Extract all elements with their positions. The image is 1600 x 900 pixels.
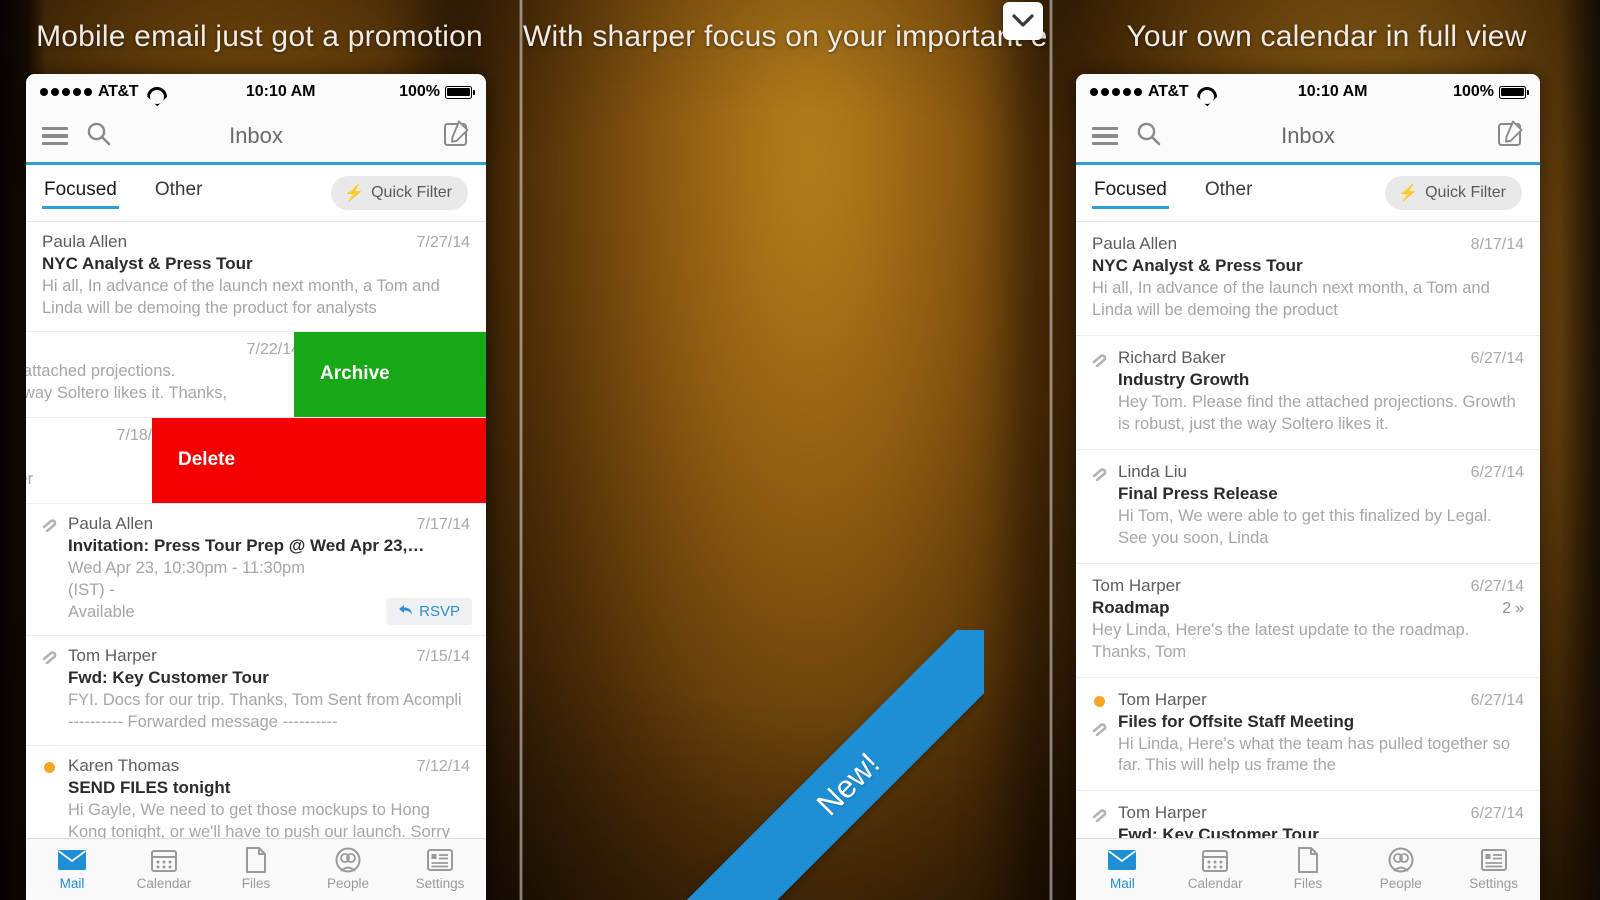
phone-screen-mail: AT&T 10:10 AM 100% Inbox Focused Other ⚡… (26, 74, 486, 900)
tab-files[interactable]: Files (210, 847, 302, 891)
mail-icon (57, 847, 87, 873)
email-preview: Hi Gayle, We need to get those mockups t… (68, 800, 450, 841)
panel-calendar: Your own calendar in full view AT&T 10:1… (1053, 0, 1600, 900)
unread-dot-icon (44, 761, 55, 773)
panel-divider-2 (1049, 0, 1053, 900)
status-bar-left: AT&T (40, 83, 162, 101)
archive-action-button[interactable]: Archive (294, 331, 486, 417)
table-row[interactable]: Tom Harper 7/15/14 Fwd: Key Customer Tou… (26, 635, 486, 746)
rsvp-button[interactable]: RSVP (386, 597, 472, 625)
panel-caption: Mobile email just got a promotion (36, 20, 483, 53)
email-date: 7/22/14 (246, 340, 300, 358)
chevron-down-icon[interactable] (1003, 2, 1043, 40)
email-sender: Paula Allen (68, 513, 154, 533)
tab-label: Calendar (136, 876, 192, 891)
panel-divider-1 (519, 0, 523, 900)
email-subject: Fwd: Key Customer Tour (68, 667, 269, 687)
email-date: 7/15/14 (416, 647, 470, 665)
table-row-swiped-archive[interactable]: 7/22/14 he attached projections. he way … (26, 331, 486, 418)
tab-label: Mail (59, 876, 85, 891)
tab-label: People (326, 876, 370, 891)
settings-icon (425, 847, 455, 873)
tab-people[interactable]: People (302, 847, 394, 891)
delete-label: Delete (178, 449, 236, 471)
email-sender: Tom Harper (68, 645, 157, 665)
email-preview: FYI. Docs for our trip. Thanks, Tom Sent… (68, 690, 462, 731)
file-icon (241, 847, 271, 873)
battery-icon (445, 85, 475, 99)
tab-focused[interactable]: Focused (42, 179, 119, 209)
search-icon[interactable] (86, 121, 112, 152)
wifi-icon (146, 86, 162, 98)
email-date: 7/12/14 (416, 757, 470, 775)
tab-label: Settings (415, 876, 465, 891)
panel-mail-promotion: Mobile email just got a promotion AT&T 1… (0, 0, 519, 900)
battery-percent: 100% (399, 83, 440, 100)
email-preview: Hi all, In advance of the launch next mo… (42, 277, 440, 317)
people-icon (333, 847, 363, 873)
email-subject: Invitation: Press Tour Prep @ Wed Apr 23… (68, 535, 425, 555)
panel-caption: With sharper focus on your important ema… (523, 20, 1049, 53)
mail-filter-bar: Focused Other ⚡ Quick Filter (26, 165, 486, 221)
table-row[interactable]: Paula Allen 7/17/14 Invitation: Press To… (26, 503, 486, 636)
attachment-icon (41, 518, 58, 532)
panel-caption: Your own calendar in full view (1126, 20, 1527, 53)
quick-filter-button[interactable]: ⚡ Quick Filter (331, 176, 468, 210)
tab-label: Files (241, 876, 271, 891)
signal-dots-icon (40, 88, 92, 96)
table-row[interactable]: Karen Thomas 7/12/14 SEND FILES tonight … (26, 745, 486, 853)
quick-filter-label: Quick Filter (371, 184, 452, 201)
tab-other[interactable]: Other (155, 179, 203, 207)
panel-focused-inbox: With sharper focus on your important ema… (523, 0, 1540, 900)
archive-label: Archive (320, 363, 390, 385)
rsvp-label: RSVP (419, 602, 460, 620)
status-time: 10:10 AM (245, 83, 316, 100)
bolt-icon: ⚡ (344, 185, 365, 202)
email-date: 7/27/14 (416, 234, 470, 251)
tab-mail[interactable]: Mail (26, 847, 118, 891)
carrier-label: AT&T (98, 83, 139, 100)
email-preview: Wed Apr 23, 10:30pm - 11:30pm (IST) - Av… (68, 558, 305, 621)
bottom-tab-bar: Mail Calendar Files People Settings (26, 838, 486, 900)
email-subject: SEND FILES tonight (68, 777, 231, 797)
email-sender: Paula Allen (42, 232, 128, 251)
hamburger-menu-icon[interactable] (42, 127, 68, 145)
mail-list[interactable]: Paula Allen 7/27/14 NYC Analyst & Press … (26, 222, 486, 853)
email-sender: Karen Thomas (68, 755, 180, 775)
attachment-icon (41, 650, 58, 664)
email-subject: NYC Analyst & Press Tour (42, 254, 253, 273)
tab-calendar[interactable]: Calendar (118, 847, 210, 891)
status-bar: AT&T 10:10 AM 100% (26, 74, 486, 110)
compose-icon[interactable] (443, 120, 470, 152)
reply-arrow-icon (398, 603, 413, 620)
status-bar-right: 100% (399, 83, 475, 101)
email-date: 7/17/14 (416, 515, 470, 533)
tab-settings[interactable]: Settings (394, 847, 486, 891)
mail-nav-bar: Inbox (26, 110, 486, 162)
delete-action-button[interactable]: Delete (152, 417, 486, 503)
table-row[interactable]: Paula Allen 7/27/14 NYC Analyst & Press … (26, 222, 486, 332)
table-row-swiped-delete[interactable]: 7/18/14 t on uarter Delete (26, 417, 486, 504)
calendar-icon (149, 847, 179, 873)
